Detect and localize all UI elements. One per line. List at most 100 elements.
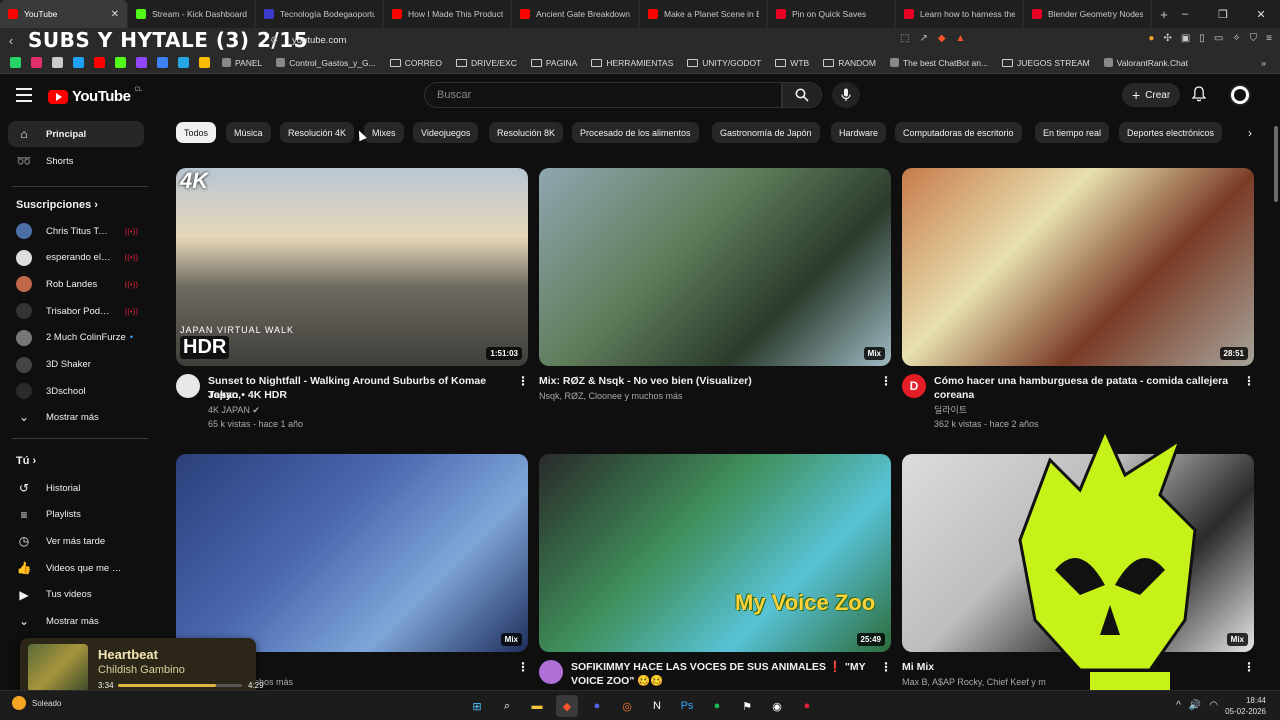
bookmark-item[interactable]: PANEL — [216, 58, 268, 68]
sidebar-subscription[interactable]: esperando el ren... ((•)) — [8, 245, 144, 271]
leo-icon[interactable]: ✧ — [1232, 33, 1240, 44]
guide-menu-icon[interactable] — [16, 88, 32, 106]
brave-shield-icon[interactable]: ◆ — [938, 33, 946, 44]
video-title-line2[interactable]: VOICE ZOO" 🥴🥴 — [571, 674, 663, 688]
sidebar-toggle-icon[interactable]: ▯ — [1199, 33, 1205, 44]
chips-next-arrow[interactable]: › — [1240, 122, 1260, 143]
more-actions-icon[interactable]: ⋮ — [517, 374, 529, 388]
video-thumbnail[interactable]: 28:51 — [902, 168, 1254, 366]
subscriptions-heading[interactable]: Suscripciones › — [16, 199, 98, 211]
bookmark-item[interactable]: Control_Gastos_y_G... — [270, 58, 381, 68]
media-icon[interactable]: ▣ — [1181, 33, 1190, 44]
bookmark-item[interactable]: UNITY/GODOT — [681, 58, 767, 68]
bookmark-favicon-icon[interactable] — [178, 57, 189, 68]
bookmarks-overflow-icon[interactable]: » — [1255, 58, 1280, 68]
screenshot-icon[interactable]: ⬚ — [900, 33, 909, 44]
brave-rewards-icon[interactable]: ▲ — [956, 33, 966, 44]
bookmark-item[interactable]: ValorantRank.Chat — [1098, 58, 1194, 68]
share-icon[interactable]: ↗ — [919, 33, 927, 44]
bookmark-favicon-icon[interactable] — [199, 57, 210, 68]
clock[interactable]: 18:44 05-02-2026 — [1225, 695, 1266, 717]
bookmark-favicon-icon[interactable] — [10, 57, 21, 68]
filter-chip[interactable]: Computadoras de escritorio — [895, 122, 1022, 143]
voice-search-button[interactable] — [832, 82, 860, 108]
video-title-line2[interactable]: Japan • 4K HDR — [208, 388, 287, 402]
sidebar-item-playlist[interactable]: ≡ Playlists — [8, 502, 144, 528]
video-thumbnail[interactable]: My Voice Zoo 25:49 — [539, 454, 891, 652]
network-icon[interactable]: ◠ — [1209, 700, 1218, 711]
browser-tab[interactable]: Make a Planet Scene in Blender — [640, 0, 768, 28]
video-channel[interactable]: 4K JAPAN ✔ — [208, 403, 260, 417]
you-heading[interactable]: Tú › — [16, 455, 36, 467]
scrollbar-thumb[interactable] — [1274, 126, 1278, 202]
browser-tab[interactable]: Pin on Quick Saves — [768, 0, 896, 28]
weather-widget[interactable]: Soleado — [12, 696, 61, 710]
filter-chip[interactable]: Hardware — [831, 122, 887, 143]
bookmark-item[interactable]: WTB — [769, 58, 815, 68]
video-channel[interactable]: Nsqk, RØZ, Cloonee y muchos más — [539, 389, 683, 403]
bookmark-item[interactable]: The best ChatBot an... — [884, 58, 994, 68]
filter-chip[interactable]: Deportes electrónicos — [1119, 122, 1223, 143]
photoshop-icon[interactable]: Ps — [676, 695, 698, 717]
notion-icon[interactable]: N — [646, 695, 668, 717]
bookmark-item[interactable]: CORREO — [384, 58, 448, 68]
channel-avatar[interactable]: D — [902, 374, 926, 398]
bookmark-item[interactable]: DRIVE/EXC — [450, 58, 523, 68]
filter-chip[interactable]: Gastronomía de Japón — [712, 122, 820, 143]
blender-icon[interactable]: ◎ — [616, 695, 638, 717]
filter-chip[interactable]: Resolución 8K — [489, 122, 564, 143]
filter-chip[interactable]: Procesado de los alimentos — [572, 122, 699, 143]
file-explorer-icon[interactable]: ▬ — [526, 695, 548, 717]
notifications-button[interactable] — [1191, 86, 1207, 107]
more-actions-icon[interactable]: ⋮ — [1243, 374, 1255, 388]
bookmark-item[interactable]: PAGINA — [525, 58, 584, 68]
windows-start-icon[interactable]: ⊞ — [466, 695, 488, 717]
video-title[interactable]: SOFIKIMMY HACE LAS VOCES DE SUS ANIMALES… — [571, 660, 871, 674]
account-avatar[interactable] — [1229, 84, 1251, 106]
sidebar-subscription[interactable]: Chris Titus Tech ((•)) — [8, 218, 144, 244]
show-more-button[interactable]: ⌄ Mostrar más — [8, 404, 144, 430]
video-title[interactable]: Cómo hacer una hamburguesa de patata - c… — [934, 374, 1234, 388]
create-button[interactable]: + Crear — [1122, 83, 1181, 107]
filter-chip[interactable]: Resolución 4K — [280, 122, 355, 143]
extensions-icon[interactable]: ✣ — [1163, 33, 1171, 44]
discord-icon[interactable]: ● — [586, 695, 608, 717]
brave-browser-icon[interactable]: ◆ — [556, 695, 578, 717]
bookmark-item[interactable]: RANDOM — [817, 58, 882, 68]
vpn-icon[interactable]: ⛉ — [1250, 33, 1258, 44]
filter-chip[interactable]: Videojuegos — [413, 122, 479, 143]
sidebar-item-history[interactable]: ↺ Historial — [8, 475, 144, 501]
sidebar-item-like[interactable]: 👍 Videos que me gus... — [8, 555, 144, 581]
bookmark-favicon-icon[interactable] — [157, 57, 168, 68]
search-button[interactable] — [782, 82, 822, 108]
browser-tab[interactable]: Blender Geometry Nodes — [1024, 0, 1152, 28]
menu-icon[interactable]: ≡ — [1266, 33, 1272, 44]
bookmark-favicon-icon[interactable] — [94, 57, 105, 68]
bookmark-favicon-icon[interactable] — [136, 57, 147, 68]
sidebar-item-clock[interactable]: ◷ Ver más tarde — [8, 528, 144, 554]
app-icon[interactable]: ⚑ — [736, 695, 758, 717]
show-more-button[interactable]: ⌄ Mostrar más — [8, 608, 144, 634]
video-title-line2[interactable]: coreana — [934, 388, 974, 402]
maximize-icon[interactable]: ❐ — [1204, 8, 1242, 21]
sidebar-subscription[interactable]: 2 Much ColinFurze • — [8, 325, 144, 351]
bookmark-favicon-icon[interactable] — [73, 57, 84, 68]
filter-chip[interactable]: Música — [226, 122, 271, 143]
sidebar-subscription[interactable]: 3Dschool — [8, 378, 144, 404]
wallet-icon[interactable]: ● — [1148, 33, 1154, 44]
taskbar-search-icon[interactable]: ⌕ — [496, 695, 518, 717]
sidebar-item-video[interactable]: ▶ Tus videos — [8, 582, 144, 608]
wallet2-icon[interactable]: ▭ — [1214, 33, 1223, 44]
video-thumbnail[interactable]: Mix — [176, 454, 528, 652]
more-actions-icon[interactable]: ⋮ — [880, 660, 892, 674]
filter-chip[interactable]: Todos — [176, 122, 217, 143]
sidebar-item-principal[interactable]: ⌂ Principal — [8, 121, 144, 147]
channel-avatar[interactable] — [539, 660, 563, 684]
video-title[interactable]: Mix: RØZ & Nsqk - No veo bien (Visualize… — [539, 374, 871, 388]
video-thumbnail[interactable]: Mix — [539, 168, 891, 366]
video-thumbnail[interactable]: 4K JAPAN VIRTUAL WALK HDR 1:51:03 — [176, 168, 528, 366]
page-scrollbar[interactable] — [1273, 96, 1279, 686]
more-actions-icon[interactable]: ⋮ — [517, 660, 529, 674]
youtube-logo[interactable]: YouTube CL — [48, 87, 142, 105]
url-field[interactable]: ⚙ youtube.com — [270, 31, 990, 49]
